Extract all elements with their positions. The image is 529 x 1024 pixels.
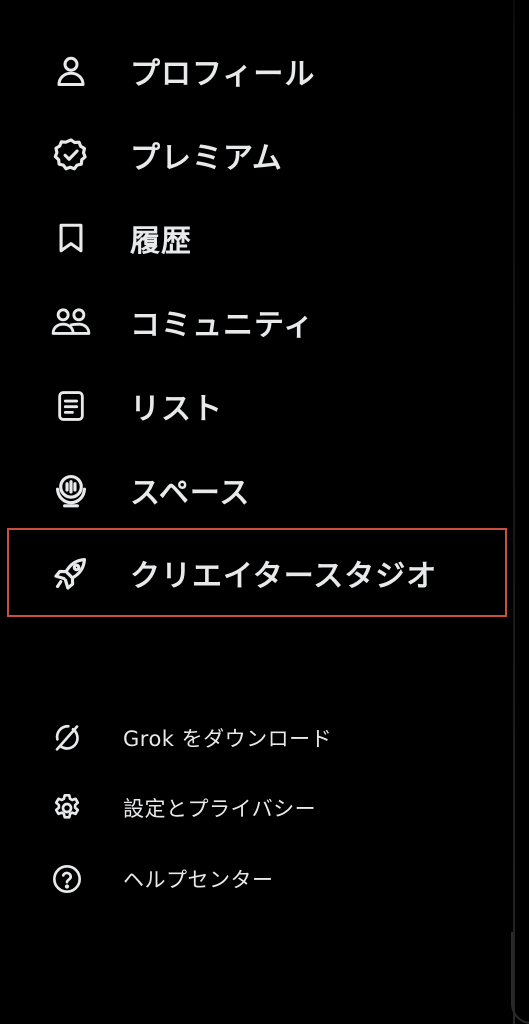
menu-item-premium[interactable]: プレミアム [0, 113, 513, 197]
menu-item-history[interactable]: 履歴 [0, 196, 513, 280]
menu-item-creator-studio[interactable]: クリエイタースタジオ [0, 531, 513, 615]
menu-item-label: スペース [130, 476, 251, 511]
menu-item-label: ヘルプセンター [123, 868, 274, 892]
menu-item-label: プレミアム [130, 141, 283, 176]
menu-item-label: リスト [130, 392, 223, 427]
rocket-icon [51, 553, 91, 593]
menu-item-help-center[interactable]: ヘルプセンター [0, 849, 513, 909]
navigation-drawer: プロフィール プレミアム 履歴 コミュニティ リスト スペース クリエイタースタ… [0, 0, 513, 1024]
menu-item-communities[interactable]: コミュニティ [0, 280, 513, 364]
menu-item-label: 設定とプライバシー [123, 797, 317, 821]
help-circle-icon [50, 862, 84, 896]
menu-item-label: 履歴 [130, 224, 192, 259]
person-icon [51, 51, 91, 91]
menu-item-spaces[interactable]: スペース [0, 448, 513, 532]
list-document-icon [51, 386, 91, 426]
drawer-edge-curve [511, 932, 529, 1024]
menu-item-lists[interactable]: リスト [0, 364, 513, 448]
verified-badge-icon [51, 135, 91, 175]
spaces-microphone-icon [51, 470, 91, 510]
menu-item-settings-privacy[interactable]: 設定とプライバシー [0, 778, 513, 838]
bookmark-icon [51, 218, 91, 258]
communities-icon [51, 302, 91, 342]
menu-item-profile[interactable]: プロフィール [0, 29, 513, 113]
menu-item-label: コミュニティ [130, 308, 315, 343]
grok-logo-icon [50, 721, 84, 755]
menu-item-label: クリエイタースタジオ [130, 559, 438, 594]
gear-icon [50, 791, 84, 825]
menu-item-label: Grok をダウンロード [123, 727, 333, 751]
menu-item-label: プロフィール [130, 57, 316, 92]
menu-item-download-grok[interactable]: Grok をダウンロード [0, 708, 513, 768]
drawer-edge [511, 0, 529, 1024]
